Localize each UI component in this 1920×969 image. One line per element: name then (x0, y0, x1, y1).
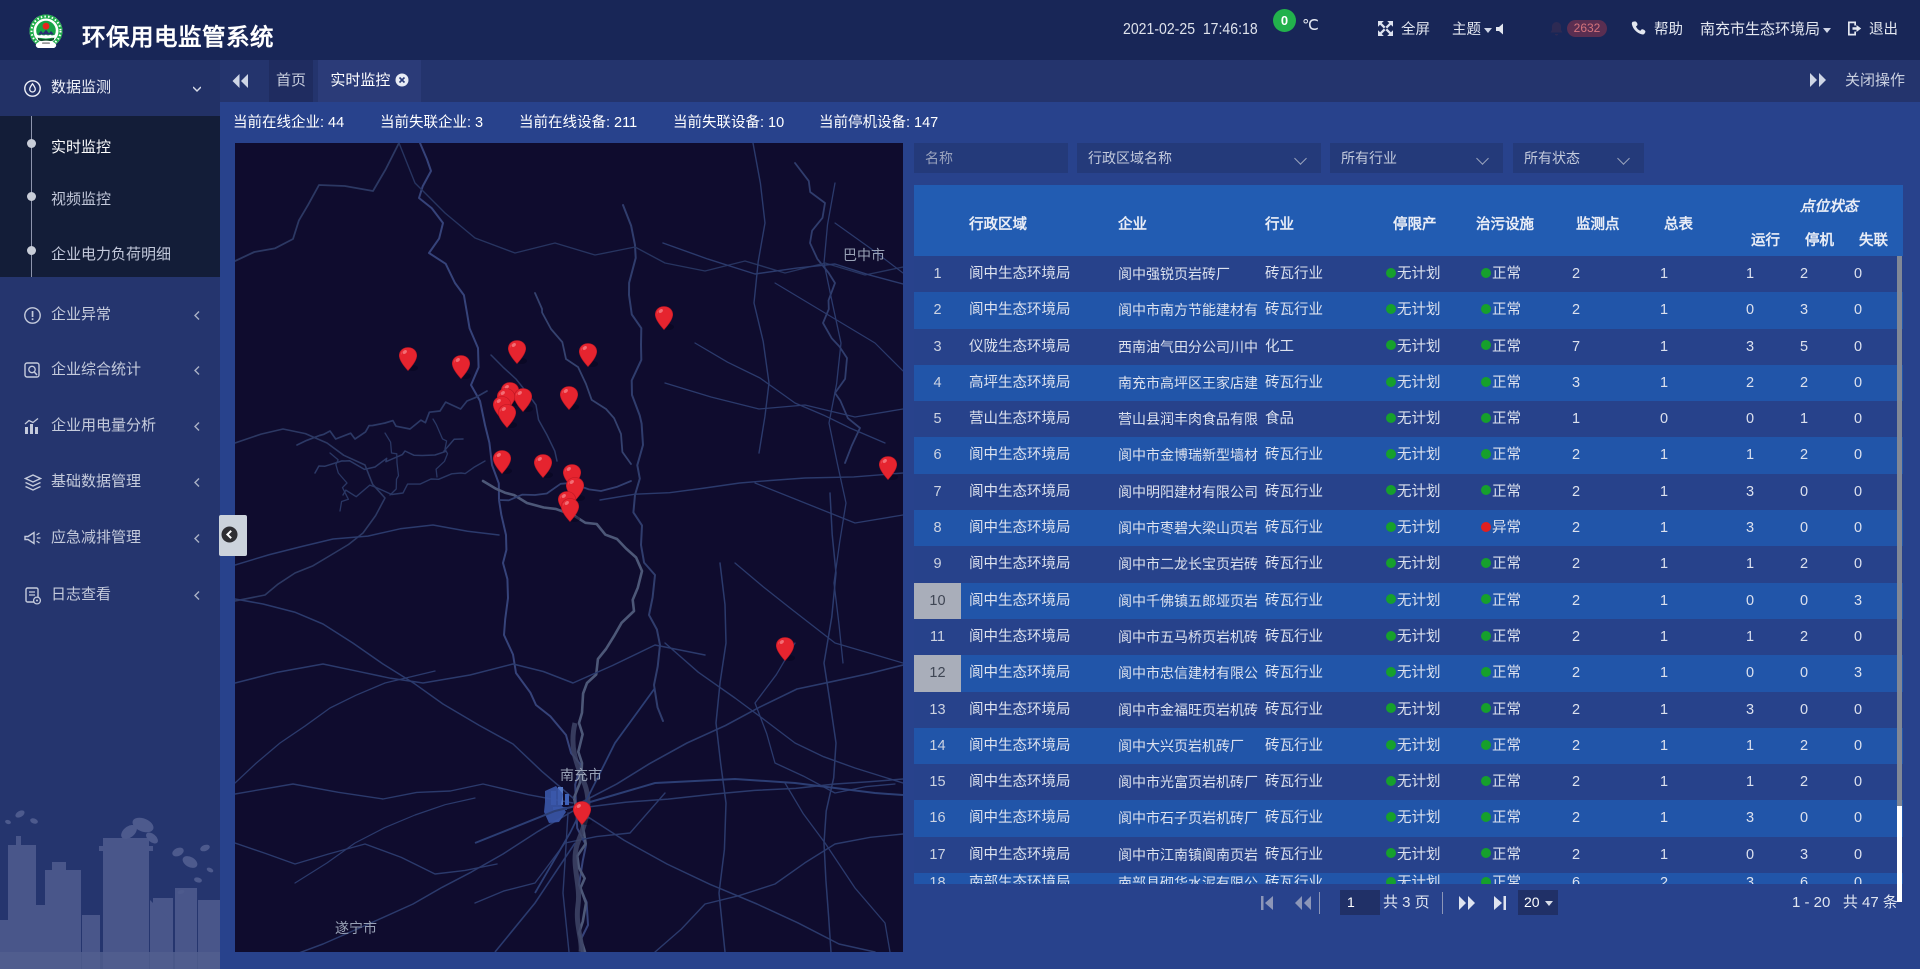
svg-text:遂宁市: 遂宁市 (335, 920, 377, 936)
svg-text:巴中市: 巴中市 (843, 247, 885, 263)
svg-text:南充市: 南充市 (560, 767, 602, 783)
